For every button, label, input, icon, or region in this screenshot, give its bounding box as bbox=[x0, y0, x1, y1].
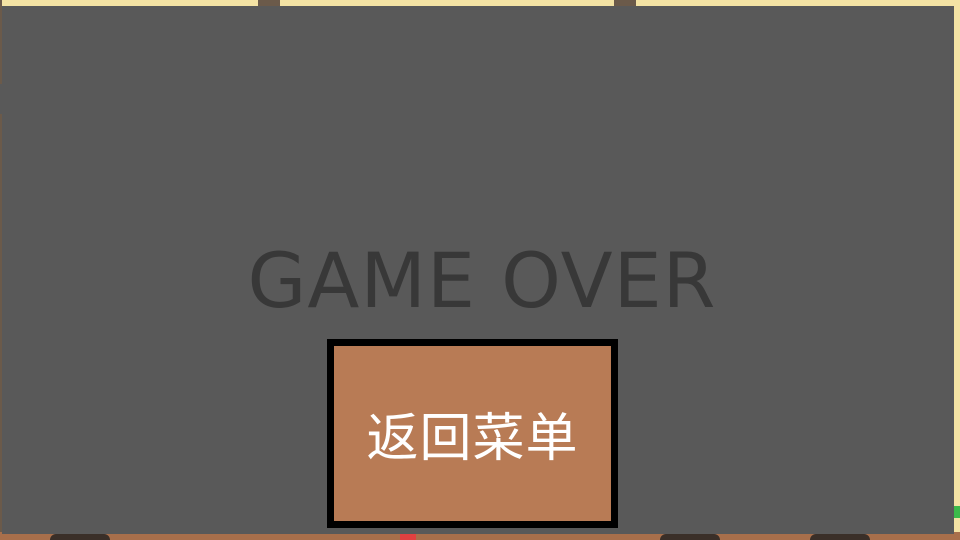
board-piece bbox=[50, 534, 110, 540]
board-marker-green bbox=[954, 506, 960, 518]
board-piece bbox=[660, 534, 720, 540]
return-to-menu-label: 返回菜单 bbox=[366, 409, 579, 469]
return-to-menu-button[interactable]: 返回菜单 bbox=[327, 339, 618, 528]
game-over-title: GAME OVER bbox=[247, 236, 717, 325]
game-scene: GAME OVER 返回菜单 bbox=[0, 0, 960, 540]
board-marker-red bbox=[400, 534, 416, 540]
game-over-overlay-edge bbox=[0, 84, 4, 114]
board-piece bbox=[810, 534, 870, 540]
